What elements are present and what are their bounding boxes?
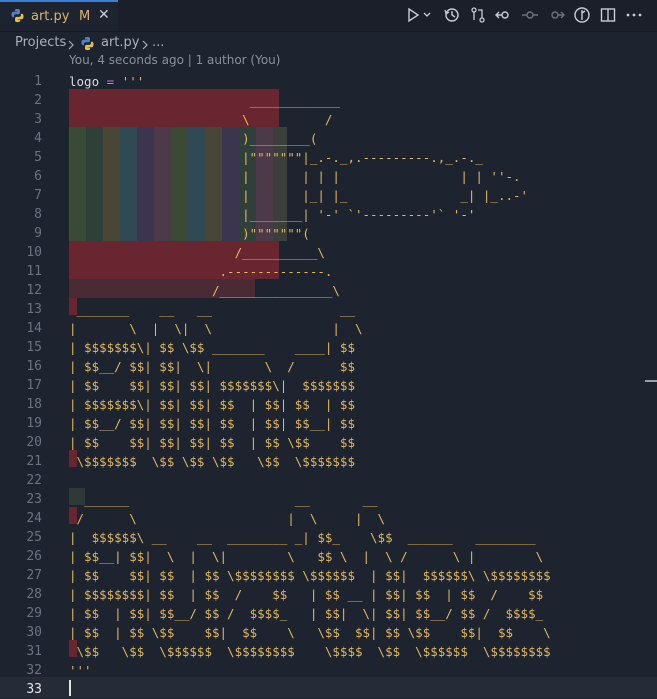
line-number: 14 <box>26 321 42 336</box>
scrollbar-marker[interactable] <box>645 380 657 382</box>
code-line[interactable]: | $$ $$| $$| $$| $$$$$$$\| $$$$$$$ <box>69 376 355 395</box>
code-line[interactable]: | $$$$$$$\| $$ \$$ _______ ____| $$ <box>69 338 355 357</box>
code-line[interactable]: / \ | \ | \ <box>69 509 386 528</box>
code-line[interactable]: | $$__/ $$| $$| $$| $$ | $$| $$__| $$ <box>69 414 355 433</box>
gavel-art-line: ____________ <box>69 93 340 108</box>
line-number: 16 <box>26 359 42 374</box>
chevron-right-icon <box>142 40 148 50</box>
line-number: 24 <box>26 511 42 526</box>
modified-badge: M <box>79 9 91 24</box>
line-number: 17 <box>26 378 42 393</box>
gavel-art-line: )"""""""( <box>69 226 310 241</box>
line-number: 18 <box>26 397 42 412</box>
code-line[interactable]: | \ | \| \ | \ <box>69 319 363 338</box>
more-actions-icon[interactable] <box>625 6 643 24</box>
go-back-icon[interactable] <box>495 6 513 24</box>
code-line[interactable]: _______ __ __ __ <box>69 300 355 319</box>
gavel-art-line: /_______________\ <box>69 283 340 298</box>
code-line[interactable]: | $$ $$| $$ | $$ \$$$$$$$$ \$$$$$$ | $$|… <box>69 566 551 585</box>
line-number: 6 <box>34 169 42 184</box>
line-number: 20 <box>26 435 42 450</box>
tab-bar: art.py M ✕ <box>0 0 657 32</box>
code-line[interactable]: | $$ | $$| $$__/ $$ / $$$$_ | $$| \| $$|… <box>69 604 543 623</box>
line-number: 2 <box>34 93 42 108</box>
chevron-right-icon <box>68 40 74 50</box>
text-cursor <box>69 680 71 696</box>
git-blame-annotation[interactable]: You, 4 seconds ago | 1 author (You) <box>69 53 280 67</box>
breadcrumb-file[interactable]: art.py <box>101 35 140 50</box>
chevron-down-icon[interactable] <box>422 6 432 24</box>
line-number: 23 <box>26 492 42 507</box>
gavel-art-line: \ / <box>69 112 333 127</box>
line-number: 4 <box>34 131 42 146</box>
code-line[interactable]: ''' <box>69 661 92 680</box>
run-icon[interactable] <box>404 6 422 24</box>
code-line[interactable]: \$$ \$$ \$$$$$$ \$$$$$$$$ \$$$$ \$$ \$$$… <box>69 642 551 661</box>
gavel-art-line: |_______| '-' `'---------'` '-' <box>69 207 476 222</box>
tab-art-py[interactable]: art.py M ✕ <box>0 0 118 31</box>
history-icon[interactable] <box>443 6 461 24</box>
code-line[interactable]: | $$__/ $$| $$| \| \ / $$ <box>69 357 355 376</box>
line-number: 5 <box>34 150 42 165</box>
code-line[interactable]: | $$ | $$ \$$ $$| $$ \ \$$ $$| $$ \$$ $$… <box>69 623 551 642</box>
line-number: 8 <box>34 207 42 222</box>
split-editor-icon[interactable] <box>599 6 617 24</box>
line-number: 11 <box>26 264 42 279</box>
line-number: 30 <box>26 625 42 640</box>
line-number: 29 <box>26 606 42 621</box>
python-file-icon <box>81 36 94 51</box>
close-tab-icon[interactable]: ✕ <box>98 7 110 23</box>
breadcrumb: Projects art.py ... <box>0 32 657 54</box>
line-number: 28 <box>26 587 42 602</box>
line-number: 27 <box>26 568 42 583</box>
line-number: 3 <box>34 112 42 127</box>
line-number: 10 <box>26 245 42 260</box>
line-number: 19 <box>26 416 42 431</box>
line-number: 13 <box>26 302 42 317</box>
line-number: 31 <box>26 644 42 659</box>
gavel-art-line: |"""""""|_.-._,.---------.,_.-._ <box>69 150 483 165</box>
code-line[interactable]: logo = ''' <box>69 72 144 91</box>
line-number: 9 <box>34 226 42 241</box>
line-number: 26 <box>26 549 42 564</box>
next-change-icon[interactable] <box>547 6 565 24</box>
code-line[interactable]: | $$__| $$| \ | \| \ $$ \ | \ / \ | \ <box>69 547 543 566</box>
gavel-art-line: | |_| |_ _| |_..-' <box>69 188 529 203</box>
line-number: 25 <box>26 530 42 545</box>
gavel-art-line: | | | | | | ''-. <box>69 169 521 184</box>
previous-change-icon[interactable] <box>521 6 539 24</box>
line-number: 12 <box>26 283 42 298</box>
code-line[interactable]: | $$ $$| $$| $$| $$ | $$ \$$ $$ <box>69 433 355 452</box>
breadcrumb-projects[interactable]: Projects <box>15 35 66 50</box>
tab-title: art.py <box>31 9 70 24</box>
line-number: 33 <box>26 682 42 697</box>
git-commit-icon[interactable] <box>573 6 591 24</box>
line-number: 7 <box>34 188 42 203</box>
code-editor[interactable]: 1 logo = ''' 2 3 4 5 6 7 8 9 10 11 12 13 _______ __ _… <box>0 72 657 698</box>
gavel-art-line: /__________\ <box>69 245 325 260</box>
line-number: 15 <box>26 340 42 355</box>
code-line[interactable]: ______ __ __ <box>69 490 378 509</box>
line-number: 21 <box>26 454 42 469</box>
gavel-art-line: .-------------. <box>69 264 333 279</box>
line-number: 22 <box>26 473 42 488</box>
line-number: 1 <box>34 74 42 89</box>
code-line[interactable]: | $$$$$$$$| $$ | $$ / $$ | $$ __ | $$| $… <box>69 585 543 604</box>
code-line[interactable]: | $$$$$$$\| $$| $$| $$ | $$| $$ | $$ <box>69 395 355 414</box>
line-number: 32 <box>26 663 42 678</box>
python-file-icon <box>11 8 24 23</box>
code-line[interactable]: \$$$$$$$ \$$ \$$ \$$ \$$ \$$$$$$$ <box>69 452 355 471</box>
breadcrumb-symbols[interactable]: ... <box>152 35 164 50</box>
code-line[interactable]: | $$$$$$\ __ __ ________ _| $$_ \$$ ____… <box>69 528 536 547</box>
gavel-art-line: )________( <box>69 131 318 146</box>
compare-changes-icon[interactable] <box>469 6 487 24</box>
